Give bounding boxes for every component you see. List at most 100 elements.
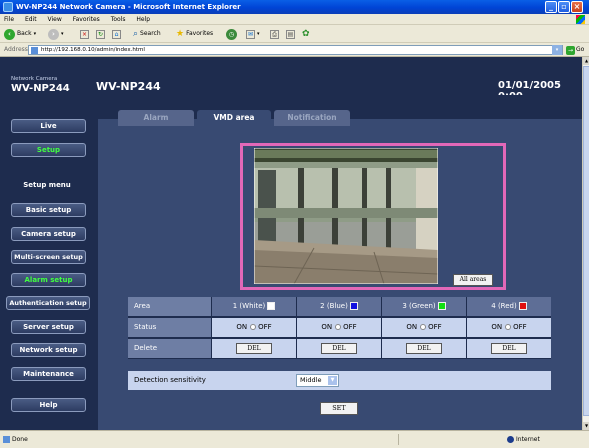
history-button[interactable]: ◷ [226, 28, 237, 40]
address-dropdown-icon[interactable]: ▾ [552, 45, 562, 55]
red-swatch-icon [518, 302, 527, 310]
search-button[interactable]: ⌕ Search [133, 28, 161, 40]
refresh-icon: ↻ [96, 29, 105, 39]
brand-model: WV-NP244 [11, 83, 70, 94]
detection-sensitivity-select[interactable]: Middle ▼ [296, 374, 339, 387]
scroll-thumb[interactable] [583, 66, 589, 416]
tab-notification[interactable]: Notification [274, 110, 350, 126]
tab-alarm[interactable]: Alarm [118, 110, 194, 126]
menu-view[interactable]: View [48, 16, 62, 23]
forward-arrow-icon: › [48, 28, 59, 40]
browser-window: WV-NP244 Network Camera - Microsoft Inte… [0, 0, 589, 447]
area-2-del-button[interactable]: DEL [321, 342, 357, 354]
area-table: Area 1 (White) 2 (Blue) 3 (Green) 4 (Red… [128, 297, 551, 359]
nav-network-setup-button[interactable]: Network setup [11, 343, 86, 357]
back-button[interactable]: ‹ Back ▾ [4, 28, 36, 40]
internet-globe-icon [507, 436, 514, 443]
nav-setup-button[interactable]: Setup [11, 143, 86, 157]
camera-image[interactable] [254, 148, 438, 284]
edit-button[interactable]: ▤ [286, 28, 295, 40]
nav-maintenance-button[interactable]: Maintenance [11, 367, 86, 381]
sidebar: Live Setup Setup menu Basic setup Camera… [0, 95, 94, 430]
menu-edit[interactable]: Edit [25, 16, 37, 23]
nav-basic-setup-button[interactable]: Basic setup [11, 203, 86, 217]
menu-favorites[interactable]: Favorites [73, 16, 100, 23]
menu-file[interactable]: File [4, 16, 14, 23]
nav-server-setup-button[interactable]: Server setup [11, 320, 86, 334]
menu-tools[interactable]: Tools [111, 16, 126, 23]
forward-button[interactable]: › ▾ [48, 28, 64, 40]
nav-live-button[interactable]: Live [11, 119, 86, 133]
area-1-del-button[interactable]: DEL [236, 342, 272, 354]
green-swatch-icon [437, 302, 446, 310]
security-zone: Internet [507, 431, 540, 448]
window-title: WV-NP244 Network Camera - Microsoft Inte… [16, 3, 241, 11]
detection-sensitivity-value: Middle [300, 376, 322, 384]
area-3-delete-cell: DEL [382, 339, 466, 358]
detection-sensitivity-label: Detection sensitivity [134, 376, 206, 384]
setup-menu-heading: Setup menu [23, 181, 71, 189]
area-3-status: ON OFF [382, 318, 466, 337]
area-1-delete-cell: DEL [212, 339, 296, 358]
area-4-off-radio[interactable] [505, 324, 512, 330]
detection-sensitivity-row: Detection sensitivity Middle ▼ [128, 371, 551, 390]
menu-help[interactable]: Help [136, 16, 150, 23]
ie-icon [3, 2, 13, 12]
area-4-del-button[interactable]: DEL [491, 342, 527, 354]
area-1-header: 1 (White) [212, 297, 296, 316]
maximize-button[interactable]: ▫ [558, 1, 570, 13]
messenger-button[interactable]: ✿ [302, 28, 310, 40]
nav-multi-screen-setup-button[interactable]: Multi-screen setup [11, 250, 86, 264]
edit-icon: ▤ [286, 29, 295, 39]
area-4-delete-cell: DEL [467, 339, 551, 358]
white-swatch-icon [267, 302, 276, 310]
area-3-off-radio[interactable] [420, 324, 427, 330]
home-icon: ⌂ [112, 29, 121, 39]
back-arrow-icon: ‹ [4, 28, 15, 40]
search-icon: ⌕ [133, 29, 139, 39]
all-areas-button[interactable]: All areas [453, 274, 493, 286]
address-input[interactable]: http://192.168.0.10/admin/index.html [28, 45, 563, 55]
scroll-up-icon[interactable]: ▲ [583, 57, 589, 65]
area-1-status: ON OFF [212, 318, 296, 337]
status-panels [398, 434, 498, 445]
favorites-star-icon: ★ [176, 29, 185, 39]
tab-vmd-area[interactable]: VMD area [197, 110, 271, 126]
area-2-status: ON OFF [297, 318, 381, 337]
refresh-button[interactable]: ↻ [96, 28, 105, 40]
favorites-button[interactable]: ★ Favorites [176, 28, 213, 40]
go-button[interactable]: → Go [566, 45, 584, 55]
address-label: Address [4, 46, 28, 53]
mail-button[interactable]: ✉ ▾ [246, 28, 260, 40]
nav-camera-setup-button[interactable]: Camera setup [11, 227, 86, 241]
scroll-down-icon[interactable]: ▼ [583, 422, 589, 430]
area-2-header: 2 (Blue) [297, 297, 381, 316]
area-4-header: 4 (Red) [467, 297, 551, 316]
close-button[interactable]: × [571, 1, 583, 13]
area-2-off-radio[interactable] [335, 324, 342, 330]
area-4-status: ON OFF [467, 318, 551, 337]
nav-help-button[interactable]: Help [11, 398, 86, 412]
print-icon: ⎙ [270, 29, 279, 39]
blue-swatch-icon [349, 302, 358, 310]
stop-button[interactable]: × [80, 28, 89, 40]
go-arrow-icon: → [566, 45, 575, 55]
print-button[interactable]: ⎙ [270, 28, 279, 40]
area-3-del-button[interactable]: DEL [406, 342, 442, 354]
chevron-down-icon: ▼ [328, 376, 337, 385]
status-text: Done [12, 436, 28, 443]
area-2-delete-cell: DEL [297, 339, 381, 358]
menu-bar: File Edit View Favorites Tools Help [0, 14, 589, 25]
history-icon: ◷ [226, 28, 237, 40]
nav-authentication-setup-button[interactable]: Authentication setup [6, 296, 90, 310]
home-button[interactable]: ⌂ [112, 28, 121, 40]
camera-header: Network Camera WV-NP244 WV-NP244 01/01/2… [0, 57, 582, 102]
camera-model-title: WV-NP244 [96, 80, 161, 93]
area-1-off-radio[interactable] [250, 324, 257, 330]
page-icon [31, 47, 38, 54]
vertical-scrollbar[interactable]: ▲ ▼ [582, 57, 589, 430]
nav-alarm-setup-button[interactable]: Alarm setup [11, 273, 86, 287]
area-3-header: 3 (Green) [382, 297, 466, 316]
set-button[interactable]: SET [320, 402, 358, 415]
minimize-button[interactable]: _ [545, 1, 557, 13]
